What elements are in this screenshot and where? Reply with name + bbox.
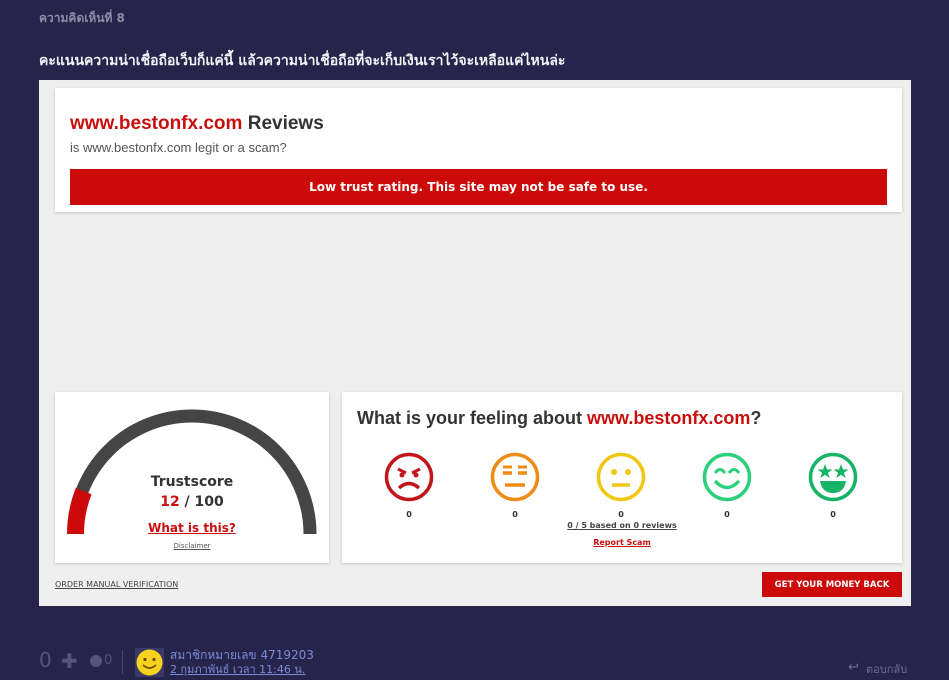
emoji-angry[interactable]: 0 xyxy=(382,450,436,519)
plus-icon[interactable]: ✚ xyxy=(61,651,78,671)
disclaimer-link[interactable]: Disclaimer xyxy=(55,542,329,550)
trustscore-number: 12 xyxy=(160,494,180,510)
embedded-screenshot: www.bestonfx.com Reviews is www.bestonfx… xyxy=(39,80,911,606)
site-name: www.bestonfx.com xyxy=(70,113,243,134)
order-manual-verification-link[interactable]: ORDER MANUAL VERIFICATION xyxy=(55,580,178,589)
vote-count: 0 xyxy=(39,648,52,672)
feeling-card: What is your feeling about www.bestonfx.… xyxy=(342,392,902,563)
warning-banner: Low trust rating. This site may not be s… xyxy=(70,169,887,205)
angry-face-icon xyxy=(384,452,434,502)
feeling-prefix: What is your feeling about xyxy=(357,408,588,428)
report-scam-link[interactable]: Report Scam xyxy=(342,538,902,547)
feeling-suffix: ? xyxy=(750,408,762,428)
trustscore-label: Trustscore xyxy=(150,474,234,490)
avatar[interactable] xyxy=(135,648,164,677)
divider xyxy=(122,650,123,674)
emoji-count: 0 xyxy=(830,510,836,519)
smiling-face-icon xyxy=(702,452,752,502)
emoji-count: 0 xyxy=(406,510,412,519)
comment-footer: 0 ✚ 0 สมาชิกหมายเลข 4719203 2 กุมภาพันธ์… xyxy=(0,640,949,680)
comment-text: คะแนนความน่าเชื่อถือเว็บก็แค่นี้ แล้วควา… xyxy=(39,53,566,69)
trustscore-card: Trustscore 12 / 100 What is this? Discla… xyxy=(55,392,329,563)
trustscore-value: 12 / 100 xyxy=(55,494,329,510)
annoyed-face-icon xyxy=(490,452,540,502)
emoji-smiling[interactable]: 0 xyxy=(700,450,754,519)
emoji-star-eyes[interactable]: 0 xyxy=(806,450,860,519)
reaction-icon[interactable] xyxy=(90,655,102,667)
emoji-count: 0 xyxy=(512,510,518,519)
star-eyes-face-icon xyxy=(808,452,858,502)
trustscore-max: / 100 xyxy=(179,494,224,510)
rating-summary-link[interactable]: 0 / 5 based on 0 reviews xyxy=(342,521,902,530)
review-title: www.bestonfx.com Reviews xyxy=(70,113,324,135)
review-header-card: www.bestonfx.com Reviews is www.bestonfx… xyxy=(55,88,902,212)
emoji-neutral[interactable]: 0 xyxy=(594,450,648,519)
title-suffix: Reviews xyxy=(242,113,324,134)
emoji-count: 0 xyxy=(618,510,624,519)
get-money-back-button[interactable]: GET YOUR MONEY BACK xyxy=(762,572,902,597)
reply-button[interactable]: ตอบกลับ xyxy=(866,660,907,678)
emoji-annoyed[interactable]: 0 xyxy=(488,450,542,519)
post-date[interactable]: 2 กุมภาพันธ์ เวลา 11:46 น. xyxy=(170,660,305,678)
neutral-face-icon xyxy=(596,452,646,502)
feeling-title: What is your feeling about www.bestonfx.… xyxy=(357,408,761,429)
reaction-count: 0 xyxy=(104,653,113,668)
feeling-site: www.bestonfx.com xyxy=(587,408,751,428)
reply-icon[interactable]: ↩ xyxy=(848,660,859,675)
review-subtitle: is www.bestonfx.com legit or a scam? xyxy=(70,140,287,155)
comment-number: ความคิดเห็นที่ 8 xyxy=(39,11,125,25)
what-is-this-link[interactable]: What is this? xyxy=(55,521,329,535)
emoji-count: 0 xyxy=(724,510,730,519)
